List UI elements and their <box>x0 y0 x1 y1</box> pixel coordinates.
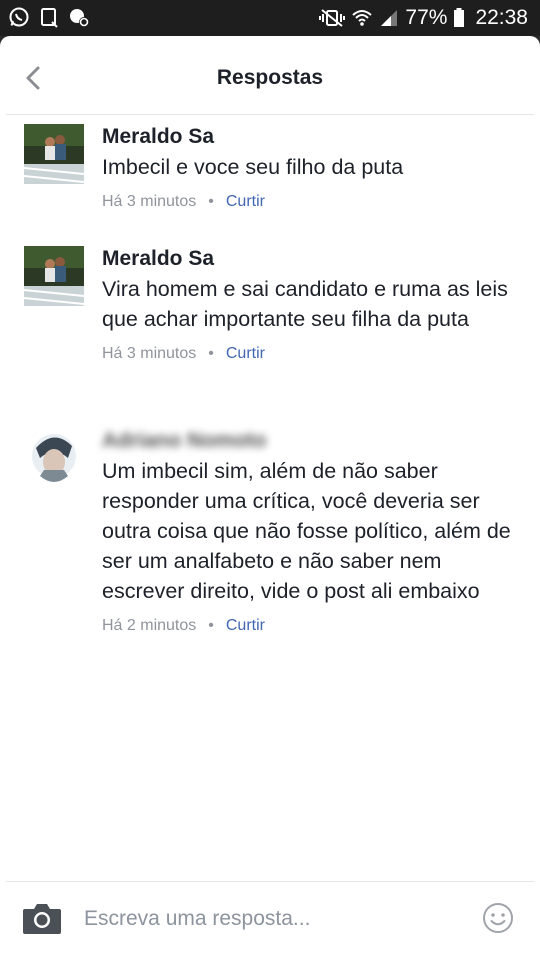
camera-icon[interactable] <box>22 901 62 935</box>
emoji-icon[interactable] <box>482 902 514 934</box>
status-bar: 77% 22:38 <box>0 0 540 36</box>
comment-body: Meraldo Sa Vira homem e sai candidato e … <box>102 246 522 364</box>
battery-icon <box>454 8 465 27</box>
page-title: Respostas <box>216 66 324 89</box>
comment-time: Há 3 minutos <box>102 345 197 362</box>
like-button[interactable]: Curtir <box>226 345 265 362</box>
vibrate-icon <box>319 9 346 27</box>
notification-icon <box>41 8 58 28</box>
header: Respostas <box>0 36 540 116</box>
avatar[interactable] <box>24 428 84 488</box>
avatar[interactable] <box>24 246 84 306</box>
comment-text: Um imbecil sim, além de não saber respon… <box>102 459 511 603</box>
comment-author[interactable]: Meraldo Sa <box>102 124 522 150</box>
like-button[interactable]: Curtir <box>226 193 265 210</box>
settings-notification-icon <box>70 9 89 27</box>
comment-body: Adriano Nomoto Um imbecil sim, além de n… <box>102 428 522 636</box>
comment-time: Há 3 minutos <box>102 193 197 210</box>
replies-sheet: Respostas Meraldo Sa Imbecil e voce seu … <box>0 36 540 960</box>
separator-dot: • <box>208 345 214 362</box>
wifi-icon <box>352 10 373 26</box>
like-button[interactable]: Curtir <box>226 617 265 634</box>
comment-meta: Há 3 minutos • Curtir <box>102 192 522 212</box>
whatsapp-icon <box>9 7 29 27</box>
comment-meta: Há 2 minutos • Curtir <box>102 616 522 636</box>
reply-input[interactable] <box>84 900 464 938</box>
separator-dot: • <box>208 617 214 634</box>
comment-author[interactable]: Adriano Nomoto <box>102 428 522 454</box>
divider <box>6 114 534 115</box>
comment-meta: Há 3 minutos • Curtir <box>102 344 522 364</box>
comment-text: Imbecil e voce seu filho da puta <box>102 155 404 179</box>
reply-composer <box>0 882 540 960</box>
battery-percent: 77% <box>405 6 448 29</box>
comment-text: Vira homem e sai candidato e ruma as lei… <box>102 277 508 331</box>
signal-icon <box>381 10 398 26</box>
clock: 22:38 <box>475 6 528 29</box>
comment-body: Meraldo Sa Imbecil e voce seu filho da p… <box>102 124 522 212</box>
separator-dot: • <box>208 193 214 210</box>
comment-time: Há 2 minutos <box>102 617 197 634</box>
status-bar-left <box>8 6 90 28</box>
status-bar-right: 77% 22:38 <box>319 5 528 31</box>
avatar[interactable] <box>24 124 84 184</box>
comment-author[interactable]: Meraldo Sa <box>102 246 522 272</box>
